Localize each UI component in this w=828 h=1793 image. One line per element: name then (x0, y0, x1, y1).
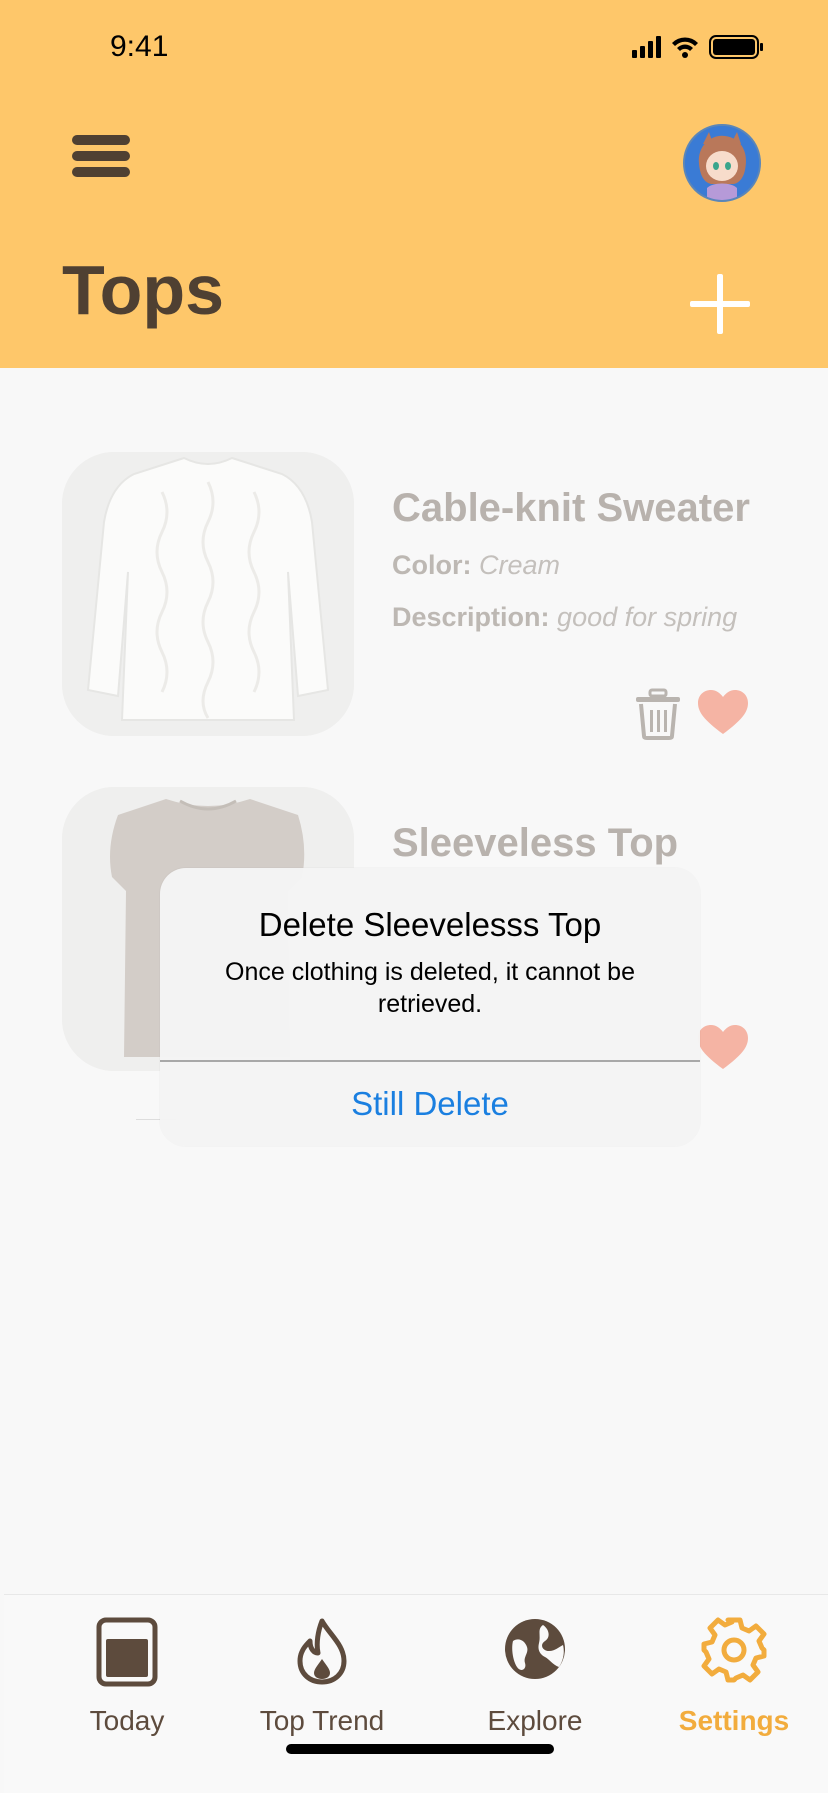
trash-icon[interactable] (634, 688, 682, 740)
tab-top-trend[interactable]: Top Trend (242, 1595, 402, 1745)
today-icon (96, 1617, 158, 1692)
globe-icon (503, 1617, 567, 1686)
status-icons (632, 34, 766, 65)
list-item[interactable]: Cable-knit Sweater Color: Cream Descript… (0, 452, 828, 742)
delete-alert: Delete Sleevelesss Top Once clothing is … (160, 868, 700, 1146)
tab-label: Top Trend (259, 1705, 385, 1736)
alert-title: Delete Sleevelesss Top (258, 906, 602, 943)
tab-label: Settings (678, 1705, 790, 1736)
item-name: Cable-knit Sweater (392, 486, 750, 530)
tab-bar: Today Top Trend Explore Settings (4, 1594, 828, 1793)
item-color: Color: Cream (392, 550, 560, 581)
menu-icon[interactable] (72, 135, 130, 177)
color-value: Cream (479, 550, 561, 580)
add-button[interactable] (690, 274, 750, 334)
signal-wifi-battery-icon (632, 35, 763, 59)
tab-settings[interactable]: Settings (654, 1595, 814, 1745)
item-image-sweater[interactable] (62, 452, 354, 736)
item-name: Sleeveless Top (392, 821, 679, 865)
description-value: good for spring (557, 602, 738, 632)
still-delete-button[interactable]: Still Delete (160, 1062, 700, 1146)
tab-label: Explore (487, 1705, 583, 1736)
flame-icon (296, 1617, 348, 1690)
heart-icon[interactable] (698, 1025, 748, 1071)
heart-icon[interactable] (698, 690, 748, 736)
avatar[interactable] (683, 124, 761, 202)
item-description: Description: good for spring (392, 602, 737, 633)
alert-message: Once clothing is deleted, it cannot be r… (225, 958, 635, 1018)
color-label: Color: (392, 550, 472, 580)
tab-today[interactable]: Today (47, 1595, 207, 1745)
page-title: Tops (62, 251, 225, 329)
tab-explore[interactable]: Explore (455, 1595, 615, 1745)
status-time: 9:41 (110, 30, 169, 63)
plus-icon (690, 274, 750, 334)
header: 9:41 Tops (0, 0, 828, 368)
gear-icon (701, 1617, 767, 1688)
description-label: Description: (392, 602, 550, 632)
home-indicator[interactable] (286, 1744, 554, 1754)
tab-label: Today (89, 1705, 165, 1736)
